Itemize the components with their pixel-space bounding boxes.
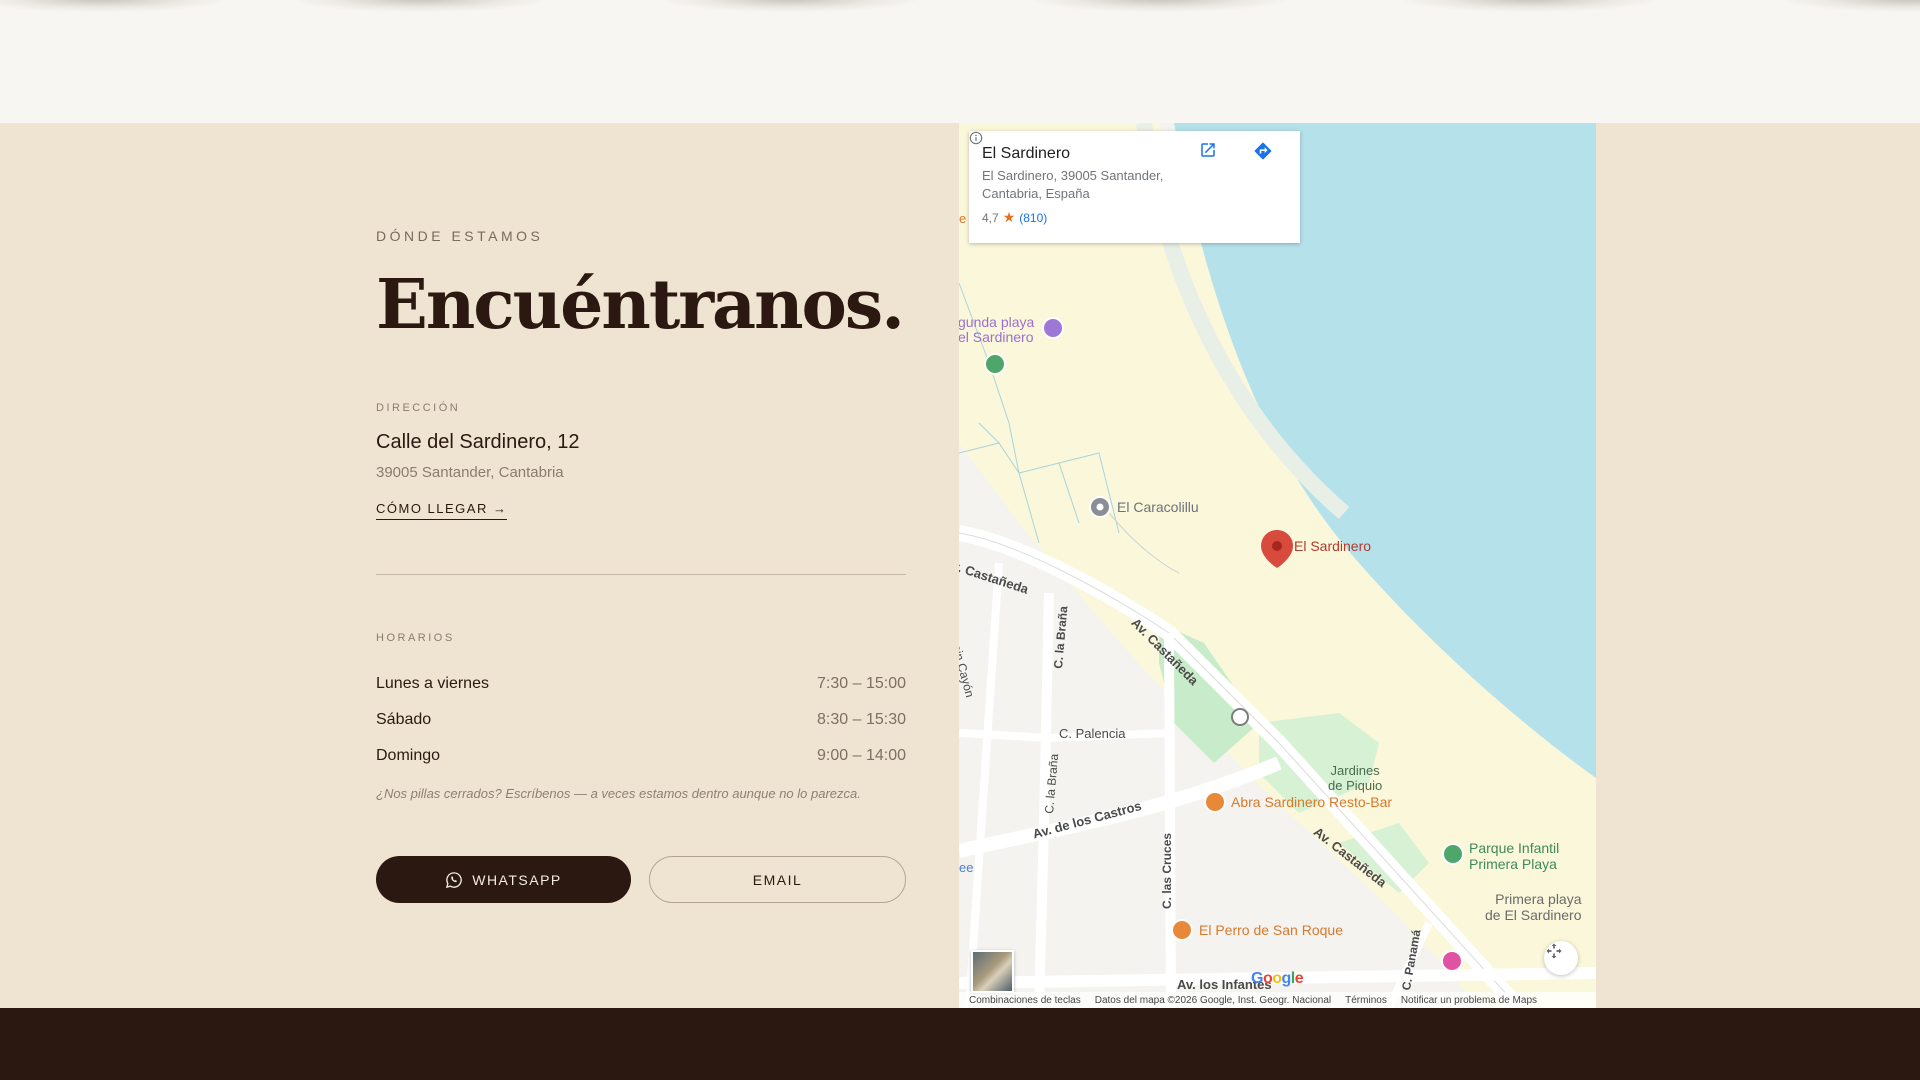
top-strip	[0, 0, 1920, 123]
email-button[interactable]: EMAIL	[649, 856, 906, 903]
map-label-edge: e	[959, 211, 967, 226]
terms-link[interactable]: Términos	[1345, 995, 1387, 1006]
directions-link[interactable]: CÓMO LLEGAR →	[376, 501, 508, 520]
map-label-beach: Primera playa de El Sardinero	[1485, 891, 1582, 923]
place-address: El Sardinero, 39005 Santander, Cantabria…	[982, 168, 1164, 201]
divider	[376, 574, 906, 575]
map-label-edge: ee	[959, 860, 974, 875]
footer-bar	[0, 1008, 1920, 1080]
section-heading: Encuéntranos.	[376, 265, 905, 345]
directions-icon[interactable]	[1253, 141, 1283, 171]
section-eyebrow: DÓNDE ESTAMOS	[376, 228, 544, 244]
address-label: DIRECCIÓN	[376, 402, 461, 414]
whatsapp-button[interactable]: WHATSAPP	[376, 856, 631, 903]
hours-row: Lunes a viernes 7:30 – 15:00	[376, 666, 906, 702]
map-label-restaurant[interactable]: Abra Sardinero Resto-Bar	[1231, 794, 1392, 810]
decorative-shadow	[660, 0, 920, 12]
google-logo: Google	[1251, 970, 1304, 987]
hours-time: 7:30 – 15:00	[817, 675, 906, 692]
map-label-street: C. Palencia	[1059, 726, 1126, 741]
hours-day: Domingo	[376, 747, 441, 764]
open-in-maps-icon[interactable]	[1199, 141, 1229, 171]
whatsapp-icon	[446, 871, 463, 888]
map-label-segunda-playa: gunda playa el Sardinero	[959, 314, 1035, 345]
map-label-caracolillu[interactable]: El Caracolillu	[1117, 499, 1199, 515]
info-icon[interactable]	[969, 131, 983, 145]
decorative-shadow	[1400, 0, 1660, 12]
map-label-sardinero[interactable]: El Sardinero	[1294, 538, 1371, 554]
hours-time: 8:30 – 15:30	[817, 711, 906, 728]
hours-row: Domingo 9:00 – 14:00	[376, 738, 906, 774]
hours-row: Sábado 8:30 – 15:30	[376, 702, 906, 738]
keyboard-shortcuts-link[interactable]: Combinaciones de teclas	[969, 995, 1081, 1006]
decorative-shadow	[0, 0, 230, 12]
map-label-restaurant[interactable]: El Perro de San Roque	[1199, 922, 1343, 938]
map-label-street: C. las Cruces	[1160, 832, 1174, 909]
place-title: El Sardinero	[982, 145, 1071, 162]
hours-day: Sábado	[376, 711, 432, 728]
address-city: 39005 Santander, Cantabria	[376, 464, 564, 481]
place-info-card: El Sardinero El Sardinero, 39005 Santand…	[969, 131, 1300, 243]
satellite-toggle[interactable]	[971, 950, 1014, 993]
email-label: EMAIL	[752, 871, 803, 888]
decorative-shadow	[1780, 0, 1920, 12]
map-footer: Combinaciones de teclas Datos del mapa ©…	[959, 992, 1596, 1008]
hours-day: Lunes a viernes	[376, 675, 489, 692]
location-section: DÓNDE ESTAMOS Encuéntranos. DIRECCIÓN Ca…	[0, 123, 1920, 1008]
decorative-shadow	[290, 0, 550, 12]
place-rating: 4,7 ★ (810)	[969, 131, 1287, 226]
map-embed[interactable]: gunda playa el Sardinero El Caracolillu …	[959, 123, 1596, 1008]
map-label-park[interactable]: Parque Infantil Primera Playa	[1469, 840, 1559, 872]
map-label-jardines: Jardines de Piquio	[1328, 763, 1383, 793]
star-icon: ★	[1002, 209, 1016, 225]
hours-time: 9:00 – 14:00	[817, 747, 906, 764]
map-canvas	[959, 123, 1596, 1008]
reviews-link[interactable]: (810)	[1019, 211, 1047, 225]
hours-label: HORARIOS	[376, 632, 455, 644]
fullscreen-button[interactable]	[1544, 941, 1578, 975]
fullscreen-icon	[1546, 943, 1562, 959]
report-problem-link[interactable]: Notificar un problema de Maps	[1401, 995, 1537, 1006]
decorative-shadow	[1030, 0, 1290, 12]
address-street: Calle del Sardinero, 12	[376, 431, 580, 453]
hours-note: ¿Nos pillas cerrados? Escríbenos — a vec…	[376, 786, 861, 801]
hours-table: Lunes a viernes 7:30 – 15:00 Sábado 8:30…	[376, 666, 906, 774]
whatsapp-label: WHATSAPP	[472, 871, 562, 888]
rating-value: 4,7	[982, 210, 999, 225]
map-data-attribution: Datos del mapa ©2026 Google, Inst. Geogr…	[1094, 994, 1332, 1006]
